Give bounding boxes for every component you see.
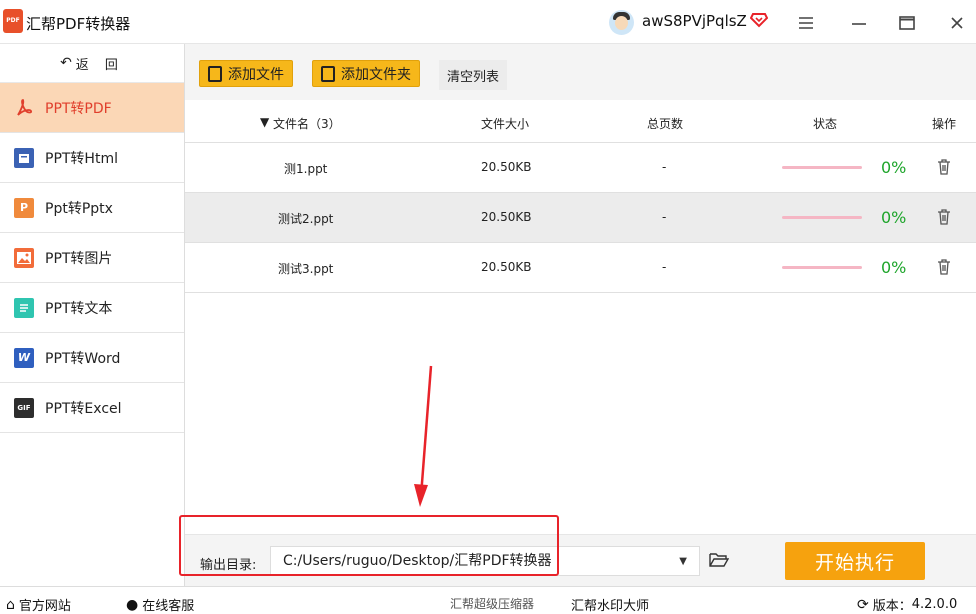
sidebar-item-ppt-to-word[interactable]: W PPT转Word xyxy=(0,333,184,383)
clear-list-button[interactable]: 清空列表 xyxy=(439,60,508,90)
delete-icon[interactable] xyxy=(937,259,951,275)
sidebar-item-ppt-to-pptx[interactable]: P Ppt转Pptx xyxy=(0,183,184,233)
title-bar: PDF 汇帮PDF转换器 awS8PVjPqlsZ xyxy=(0,0,976,44)
output-dir-path: C:/Users/ruguo/Desktop/汇帮PDF转换器 xyxy=(283,553,552,569)
official-site-label: 官方网站 xyxy=(18,599,71,614)
progress-bar xyxy=(782,266,862,269)
excel-icon: GIF xyxy=(14,397,34,418)
sidebar-item-ppt-to-text[interactable]: PPT转文本 xyxy=(0,283,184,333)
minimize-icon[interactable] xyxy=(846,10,872,36)
annotation-arrow-icon xyxy=(414,365,433,507)
version-label: 版本： xyxy=(872,599,912,614)
username[interactable]: awS8PVjPqlsZ xyxy=(642,12,747,30)
sidebar-item-ppt-to-image[interactable]: PPT转图片 xyxy=(0,233,184,283)
col-action: 操作 xyxy=(932,117,957,131)
start-button[interactable]: 开始执行 xyxy=(785,542,925,580)
delete-icon[interactable] xyxy=(937,209,951,225)
online-support-link[interactable]: ● 在线客服 xyxy=(126,595,194,614)
sort-desc-icon[interactable]: ▼ xyxy=(260,115,269,129)
compressor-link[interactable]: 汇帮超级压缩器 xyxy=(450,595,534,612)
main-panel: 添加文件 添加文件夹 清空列表 ▼ 文件名（3） 文件大小 总页数 状态 操作 … xyxy=(185,44,976,534)
sidebar-item-label: PPT转Excel xyxy=(45,400,122,417)
version-number: 4.2.0.0 xyxy=(911,597,958,612)
sidebar: ↶ 返 回 PPT转PDF PPT转Html P Ppt转Pptx PPT转图片… xyxy=(0,44,185,586)
output-dir-label: 输出目录: xyxy=(200,558,257,573)
progress-text: 0% xyxy=(881,208,907,227)
col-filename[interactable]: 文件名（3） xyxy=(273,115,341,132)
version-info[interactable]: ⟳ 版本： 4.2.0.0 xyxy=(857,595,957,614)
sidebar-item-label: PPT转文本 xyxy=(45,300,113,317)
page-count: - xyxy=(662,260,667,274)
table-row[interactable]: 测试2.ppt 20.50KB - 0% xyxy=(185,193,976,243)
sidebar-item-label: PPT转Html xyxy=(45,150,118,167)
dropdown-caret-icon[interactable]: ▼ xyxy=(679,548,687,576)
user-avatar[interactable] xyxy=(609,10,634,35)
support-person-icon: ● xyxy=(126,596,139,613)
output-dir-select[interactable]: C:/Users/ruguo/Desktop/汇帮PDF转换器 ▼ xyxy=(270,546,700,576)
col-size: 文件大小 xyxy=(481,117,530,131)
delete-icon[interactable] xyxy=(937,159,951,175)
progress-bar xyxy=(782,216,862,219)
file-size: 20.50KB xyxy=(481,210,532,224)
text-icon xyxy=(14,297,34,318)
back-button[interactable]: ↶ 返 回 xyxy=(0,44,184,83)
home-icon: ⌂ xyxy=(6,596,15,613)
add-folder-button[interactable]: 添加文件夹 xyxy=(312,60,420,87)
sidebar-item-label: Ppt转Pptx xyxy=(45,200,113,217)
sidebar-item-label: PPT转图片 xyxy=(45,250,113,267)
pptx-icon: P xyxy=(14,197,34,218)
status-bar: ⌂ 官方网站 ● 在线客服 汇帮超级压缩器 汇帮水印大师 ⟳ 版本： 4.2.0… xyxy=(0,586,976,614)
progress-text: 0% xyxy=(881,158,907,177)
page-count: - xyxy=(662,160,667,174)
pdf-icon xyxy=(14,98,34,118)
back-label: 返 回 xyxy=(75,57,124,73)
sidebar-item-ppt-to-html[interactable]: PPT转Html xyxy=(0,133,184,183)
add-file-button[interactable]: 添加文件 xyxy=(199,60,293,87)
sidebar-item-ppt-to-pdf[interactable]: PPT转PDF xyxy=(0,83,184,133)
add-file-label: 添加文件 xyxy=(228,66,284,83)
back-arrow-icon: ↶ xyxy=(60,55,72,71)
open-folder-icon[interactable] xyxy=(709,551,729,568)
refresh-icon: ⟳ xyxy=(857,596,869,613)
col-status: 状态 xyxy=(813,117,838,131)
close-icon[interactable] xyxy=(944,10,970,36)
app-title: 汇帮PDF转换器 xyxy=(26,15,131,33)
file-name: 测1.ppt xyxy=(284,162,328,176)
menu-icon[interactable] xyxy=(793,10,819,36)
online-support-label: 在线客服 xyxy=(142,599,195,614)
watermark-link[interactable]: 汇帮水印大师 xyxy=(571,595,649,614)
maximize-icon[interactable] xyxy=(894,10,920,36)
app-logo-icon: PDF xyxy=(3,9,23,33)
col-pages: 总页数 xyxy=(647,117,684,131)
file-size: 20.50KB xyxy=(481,260,532,274)
image-icon xyxy=(14,247,34,268)
file-name: 测试3.ppt xyxy=(278,262,334,276)
add-folder-icon xyxy=(321,65,335,82)
sidebar-item-label: PPT转PDF xyxy=(45,100,112,117)
sidebar-item-ppt-to-excel[interactable]: GIF PPT转Excel xyxy=(0,383,184,433)
output-bar: 输出目录: C:/Users/ruguo/Desktop/汇帮PDF转换器 ▼ … xyxy=(185,534,976,586)
sidebar-item-label: PPT转Word xyxy=(45,350,121,367)
progress-text: 0% xyxy=(881,258,907,277)
file-name: 测试2.ppt xyxy=(278,212,334,226)
word-icon: W xyxy=(14,347,34,368)
table-row[interactable]: 测1.ppt 20.50KB - 0% xyxy=(185,143,976,193)
vip-diamond-icon[interactable] xyxy=(750,10,768,28)
add-file-icon xyxy=(208,65,222,82)
official-site-link[interactable]: ⌂ 官方网站 xyxy=(6,595,71,614)
table-header: ▼ 文件名（3） 文件大小 总页数 状态 操作 xyxy=(185,100,976,143)
html-icon xyxy=(14,147,34,168)
file-size: 20.50KB xyxy=(481,160,532,174)
page-count: - xyxy=(662,210,667,224)
add-folder-label: 添加文件夹 xyxy=(341,66,411,83)
table-row[interactable]: 测试3.ppt 20.50KB - 0% xyxy=(185,243,976,293)
progress-bar xyxy=(782,166,862,169)
toolbar: 添加文件 添加文件夹 清空列表 xyxy=(185,44,976,100)
